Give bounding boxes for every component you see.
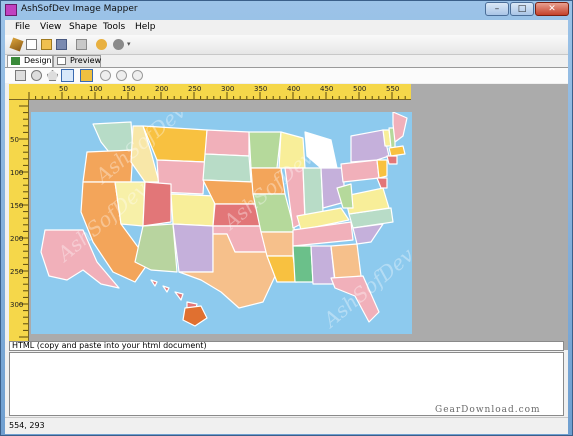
ruler-v-label: 150	[10, 202, 24, 210]
status-bar: 554, 293	[5, 417, 568, 434]
horizontal-ruler-ticks	[28, 92, 406, 99]
state-minnesota	[248, 131, 282, 169]
state-north-dakota	[204, 129, 250, 157]
zoom-in-icon[interactable]	[100, 70, 111, 81]
tab-design-label: Design	[24, 56, 52, 65]
zoom-reset-icon[interactable]	[132, 70, 143, 81]
vertical-ruler: 50 100 150 200 250 300	[9, 100, 29, 350]
state-indiana	[302, 167, 324, 217]
state-arkansas	[260, 231, 294, 257]
us-map-svg: AshSofDev AshSofDev AshSofDev AshSofDev	[31, 112, 412, 334]
state-pennsylvania	[340, 159, 380, 183]
ruler-h-label: 300	[221, 85, 235, 93]
chevron-down-icon[interactable]: ▾	[127, 40, 131, 48]
new-icon[interactable]	[26, 39, 37, 50]
tab-preview[interactable]: Preview	[53, 55, 101, 67]
state-south-dakota	[202, 153, 252, 183]
ruler-v-label: 100	[10, 169, 24, 177]
circle-tool-icon[interactable]	[31, 70, 42, 81]
help-icon[interactable]	[113, 39, 124, 50]
state-new-jersey	[376, 159, 388, 179]
open-icon[interactable]	[41, 39, 52, 50]
state-arizona	[134, 223, 178, 273]
maximize-button[interactable]: □	[510, 2, 534, 16]
save-icon[interactable]	[56, 39, 67, 50]
menu-file[interactable]: File	[15, 22, 30, 32]
menu-view[interactable]: View	[40, 22, 61, 32]
ruler-h-label: 100	[89, 85, 103, 93]
main-toolbar: ▾	[5, 35, 568, 55]
ruler-v-label: 250	[10, 268, 24, 276]
title-bar[interactable]: AshSofDev Image Mapper – □ ✕	[1, 1, 572, 19]
design-tab-icon	[11, 57, 20, 65]
state-connecticut	[386, 155, 398, 165]
close-button[interactable]: ✕	[535, 2, 569, 16]
us-map-image[interactable]: AshSofDev AshSofDev AshSofDev AshSofDev	[31, 112, 412, 334]
tab-design[interactable]: Design	[7, 55, 53, 67]
ruler-h-label: 50	[59, 85, 68, 93]
rectangle-tool-icon[interactable]	[15, 70, 26, 81]
state-mississippi	[292, 245, 314, 283]
menu-tools[interactable]: Tools	[103, 22, 125, 32]
ruler-h-label: 200	[155, 85, 169, 93]
view-tabs: Design Preview	[5, 55, 568, 67]
horizontal-ruler: 50 100 150 200 250 300 350 400 450 500 5…	[9, 84, 411, 100]
app-window: AshSofDev Image Mapper – □ ✕ File View S…	[0, 0, 573, 436]
ruler-h-label: 450	[320, 85, 334, 93]
ruler-v-label: 300	[10, 301, 24, 309]
menu-help[interactable]: Help	[135, 22, 156, 32]
state-georgia	[330, 243, 362, 281]
export-icon[interactable]	[96, 39, 107, 50]
state-utah	[142, 181, 172, 227]
cursor-coordinates: 554, 293	[9, 421, 45, 430]
preview-tab-icon	[57, 57, 66, 65]
polygon-tool-icon[interactable]	[47, 70, 58, 81]
ruler-h-label: 150	[122, 85, 136, 93]
ruler-v-label: 200	[10, 235, 24, 243]
menu-bar: File View Shape Tools Help	[5, 20, 568, 35]
shape-toolbar	[5, 67, 568, 83]
copy-icon[interactable]	[76, 39, 87, 50]
pointer-tool-icon[interactable]	[61, 69, 74, 82]
ruler-h-label: 250	[188, 85, 202, 93]
crop-tool-icon[interactable]	[80, 69, 93, 82]
ruler-v-label: 50	[10, 136, 19, 144]
tab-preview-label: Preview	[70, 56, 102, 65]
app-logo-icon	[5, 4, 17, 16]
site-watermark: GearDownload.com	[435, 405, 541, 415]
ruler-h-label: 550	[386, 85, 400, 93]
minimize-button[interactable]: –	[485, 2, 509, 16]
client-area: File View Shape Tools Help ▾ Design Prev…	[5, 20, 568, 434]
design-canvas[interactable]: 50 100 150 200 250 300 350 400 450 500 5…	[9, 84, 568, 350]
ruler-h-label: 400	[287, 85, 301, 93]
ruler-h-label: 350	[254, 85, 268, 93]
html-panel-label: HTML (copy and paste into your html docu…	[9, 341, 564, 351]
state-colorado	[170, 193, 216, 227]
state-massachusetts	[388, 145, 406, 157]
wand-icon[interactable]	[9, 37, 24, 52]
menu-shape[interactable]: Shape	[69, 22, 97, 32]
zoom-out-icon[interactable]	[116, 70, 127, 81]
ruler-h-label: 500	[353, 85, 367, 93]
window-title: AshSofDev Image Mapper	[21, 4, 138, 14]
state-new-mexico	[172, 223, 214, 273]
